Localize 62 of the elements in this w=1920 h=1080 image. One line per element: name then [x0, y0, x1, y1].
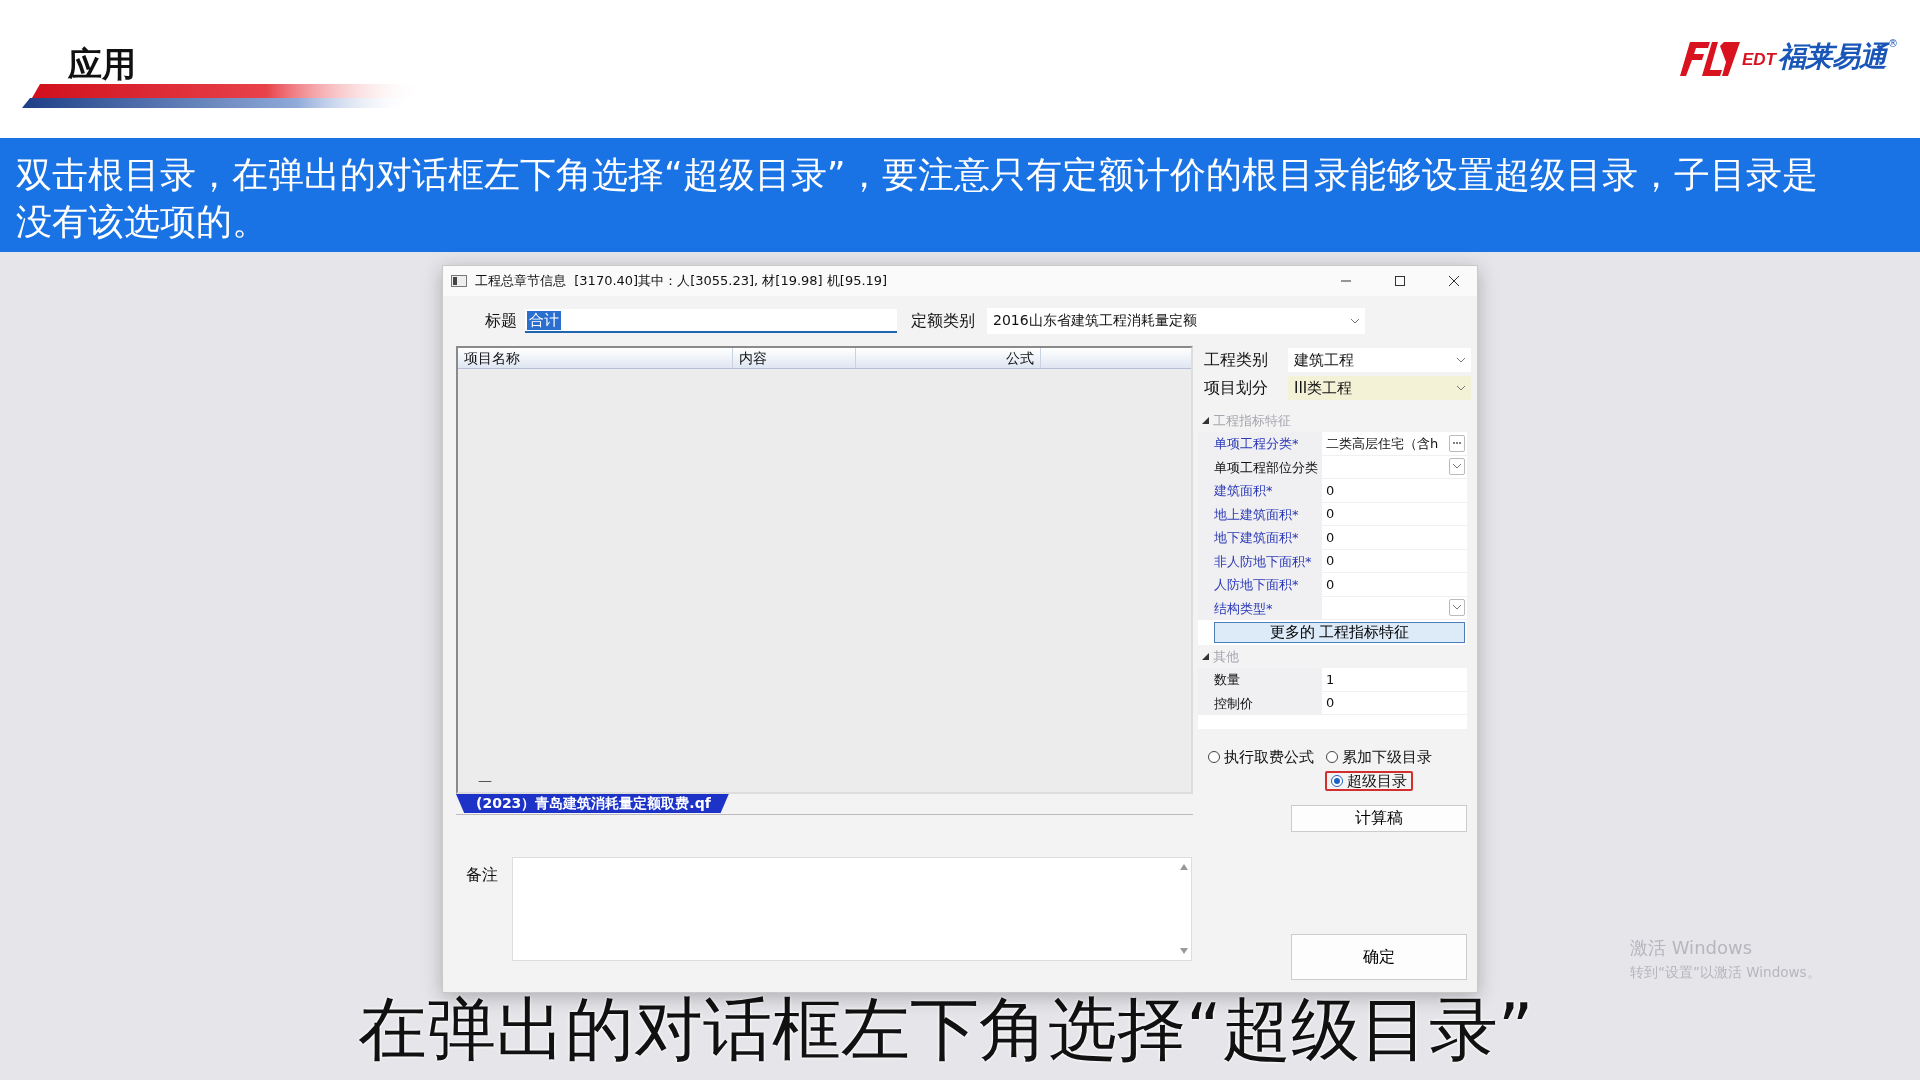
- property-value[interactable]: 0: [1322, 479, 1467, 502]
- scroll-down-icon[interactable]: [1180, 948, 1188, 954]
- radio-button[interactable]: [1208, 751, 1220, 763]
- column-header[interactable]: 内容: [733, 348, 856, 368]
- field-label: 备注: [466, 864, 499, 886]
- group-title: 工程指标特征: [1213, 411, 1291, 430]
- banner-text: 双击根目录，在弹出的对话框左下角选择“超级目录”，要注意只有定额计价的根目录能够设置超级目录，子目录是没有该选项的。: [16, 152, 1819, 245]
- property-name: 控制价: [1198, 691, 1322, 714]
- logo-mark-icon: [1680, 42, 1740, 76]
- property-name: 地下建筑面积*: [1198, 526, 1322, 549]
- property-value[interactable]: 0: [1322, 526, 1467, 549]
- close-icon: [1449, 276, 1459, 286]
- calc-button[interactable]: 计算稿: [1291, 805, 1467, 832]
- column-header[interactable]: 公式: [856, 348, 1041, 368]
- scroll-up-icon[interactable]: [1180, 864, 1188, 870]
- property-name: 单项工程部位分类: [1198, 455, 1322, 478]
- quota-type-dropdown[interactable]: 2016山东省建筑工程消耗量定额: [987, 308, 1365, 334]
- property-name: 地上建筑面积*: [1198, 502, 1322, 525]
- remarks-field[interactable]: [512, 857, 1192, 961]
- field-label: 标题: [485, 310, 517, 332]
- property-name: 单项工程分类*: [1198, 432, 1322, 455]
- dropdown-field[interactable]: 建筑工程: [1288, 348, 1471, 372]
- field-label: 项目划分: [1204, 377, 1269, 399]
- sheet-tab[interactable]: (2023）青岛建筑消耗量定额取费.qf: [456, 794, 729, 813]
- radio-button[interactable]: [1331, 775, 1343, 787]
- maximize-icon: [1395, 276, 1405, 286]
- collapse-triangle-icon[interactable]: [1202, 416, 1209, 425]
- field-label: 定额类别: [911, 310, 975, 332]
- ellipsis-button[interactable]: [1449, 434, 1465, 452]
- column-header[interactable]: 项目名称: [458, 348, 733, 368]
- more-dots-icon: [1453, 442, 1461, 445]
- title-input[interactable]: 合计: [525, 309, 897, 333]
- property-name: 建筑面积*: [1198, 479, 1322, 502]
- property-value[interactable]: 1: [1322, 668, 1467, 691]
- property-value[interactable]: 0: [1322, 502, 1467, 525]
- property-name: 数量: [1198, 668, 1322, 691]
- property-value[interactable]: 0: [1322, 573, 1467, 596]
- property-value[interactable]: 二类高层住宅（含h: [1322, 432, 1467, 455]
- logo-text: EDT: [1742, 50, 1776, 70]
- radio-option[interactable]: 执行取费公式: [1202, 747, 1320, 767]
- more-indicators-button[interactable]: 更多的 工程指标特征: [1214, 622, 1465, 643]
- window-title: 工程总章节信息 [3170.40]其中：人[3055.23], 材[19.98] 机[95.19]: [475, 272, 889, 290]
- field-label: 工程类别: [1204, 349, 1269, 371]
- dropdown-field[interactable]: III类工程: [1288, 376, 1471, 400]
- property-name: 结构类型*: [1198, 596, 1322, 619]
- window-icon: [451, 275, 467, 287]
- property-value[interactable]: 0: [1322, 549, 1467, 572]
- radio-option[interactable]: 累加下级目录: [1320, 747, 1438, 767]
- registered-mark: ®: [1888, 38, 1898, 49]
- group-title: 其他: [1213, 647, 1239, 666]
- ok-button[interactable]: 确定: [1291, 934, 1467, 980]
- video-subtitle: 在弹出的对话框左下角选择“超级目录”: [357, 992, 1535, 1066]
- radio-option[interactable]: 超级目录: [1325, 771, 1413, 791]
- dropdown-button[interactable]: [1449, 458, 1465, 476]
- row-marker: —: [478, 772, 492, 788]
- property-name: 人防地下面积*: [1198, 573, 1322, 596]
- collapse-triangle-icon[interactable]: [1202, 652, 1209, 661]
- dropdown-button[interactable]: [1449, 599, 1465, 617]
- property-value[interactable]: 0: [1322, 691, 1467, 714]
- slide-heading: 应用: [68, 43, 136, 86]
- property-name: 非人防地下面积*: [1198, 549, 1322, 572]
- radio-button[interactable]: [1326, 751, 1338, 763]
